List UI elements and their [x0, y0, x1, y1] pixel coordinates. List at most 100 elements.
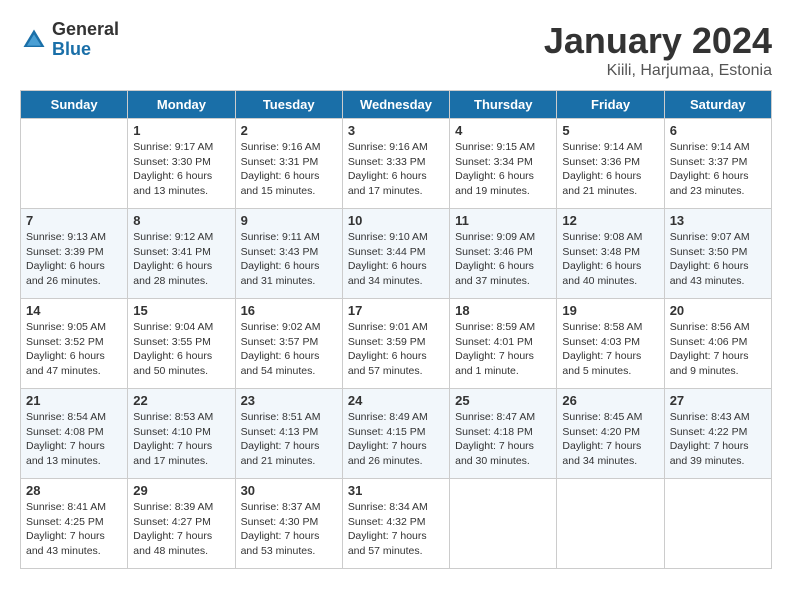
date-number: 18 — [455, 303, 551, 318]
calendar-cell: 6Sunrise: 9:14 AM Sunset: 3:37 PM Daylig… — [664, 119, 771, 209]
date-number: 15 — [133, 303, 229, 318]
cell-info: Sunrise: 9:07 AM Sunset: 3:50 PM Dayligh… — [670, 230, 766, 289]
cell-info: Sunrise: 9:12 AM Sunset: 3:41 PM Dayligh… — [133, 230, 229, 289]
date-number: 23 — [241, 393, 337, 408]
calendar-cell: 2Sunrise: 9:16 AM Sunset: 3:31 PM Daylig… — [235, 119, 342, 209]
cell-info: Sunrise: 8:56 AM Sunset: 4:06 PM Dayligh… — [670, 320, 766, 379]
date-number: 3 — [348, 123, 444, 138]
date-number: 14 — [26, 303, 122, 318]
date-number: 26 — [562, 393, 658, 408]
date-number: 16 — [241, 303, 337, 318]
cell-info: Sunrise: 9:13 AM Sunset: 3:39 PM Dayligh… — [26, 230, 122, 289]
day-header-thursday: Thursday — [450, 91, 557, 119]
calendar-cell: 17Sunrise: 9:01 AM Sunset: 3:59 PM Dayli… — [342, 299, 449, 389]
cell-info: Sunrise: 9:16 AM Sunset: 3:33 PM Dayligh… — [348, 140, 444, 199]
cell-info: Sunrise: 8:53 AM Sunset: 4:10 PM Dayligh… — [133, 410, 229, 469]
date-number: 1 — [133, 123, 229, 138]
calendar-cell: 29 Sunrise: 8:39 AM Sunset: 4:27 PM Dayli… — [128, 479, 235, 569]
logo-text: General Blue — [52, 20, 119, 60]
date-number: 20 — [670, 303, 766, 318]
calendar-week-row: 1 Sunrise: 9:17 AM Sunset: 3:30 PM Daylig… — [21, 119, 772, 209]
day-header-saturday: Saturday — [664, 91, 771, 119]
date-number: 13 — [670, 213, 766, 228]
date-number: 2 — [241, 123, 337, 138]
date-number: 17 — [348, 303, 444, 318]
calendar-cell: 7Sunrise: 9:13 AM Sunset: 3:39 PM Daylig… — [21, 209, 128, 299]
date-number: 31 — [348, 483, 444, 498]
cell-info: Sunrise: 8:58 AM Sunset: 4:03 PM Dayligh… — [562, 320, 658, 379]
date-number: 30 — [241, 483, 337, 498]
cell-info: Sunrise: 8:54 AM Sunset: 4:08 PM Dayligh… — [26, 410, 122, 469]
date-number: 4 — [455, 123, 551, 138]
cell-info: Sunrise: 8:34 AM Sunset: 4:32 PM Dayligh… — [348, 500, 444, 559]
cell-info: Sunrise: 8:51 AM Sunset: 4:13 PM Dayligh… — [241, 410, 337, 469]
date-number: 5 — [562, 123, 658, 138]
calendar-cell — [557, 479, 664, 569]
day-header-friday: Friday — [557, 91, 664, 119]
cell-info: Sunrise: 8:41 AM Sunset: 4:25 PM Dayligh… — [26, 500, 122, 559]
calendar-cell: 20 Sunrise: 8:56 AM Sunset: 4:06 PM Dayli… — [664, 299, 771, 389]
calendar-cell: 1 Sunrise: 9:17 AM Sunset: 3:30 PM Daylig… — [128, 119, 235, 209]
date-number: 24 — [348, 393, 444, 408]
date-number: 19 — [562, 303, 658, 318]
calendar-cell: 5Sunrise: 9:14 AM Sunset: 3:36 PM Daylig… — [557, 119, 664, 209]
calendar-cell: 10Sunrise: 9:10 AM Sunset: 3:44 PM Dayli… — [342, 209, 449, 299]
calendar-cell: 3 Sunrise: 9:16 AM Sunset: 3:33 PM Daylig… — [342, 119, 449, 209]
calendar-cell: 26Sunrise: 8:45 AM Sunset: 4:20 PM Dayli… — [557, 389, 664, 479]
calendar-cell: 19 Sunrise: 8:58 AM Sunset: 4:03 PM Dayli… — [557, 299, 664, 389]
day-header-monday: Monday — [128, 91, 235, 119]
cell-info: Sunrise: 9:17 AM Sunset: 3:30 PM Dayligh… — [133, 140, 229, 199]
calendar-cell: 11Sunrise: 9:09 AM Sunset: 3:46 PM Dayli… — [450, 209, 557, 299]
cell-info: Sunrise: 9:08 AM Sunset: 3:48 PM Dayligh… — [562, 230, 658, 289]
calendar-cell — [21, 119, 128, 209]
calendar-cell: 25 Sunrise: 8:47 AM Sunset: 4:18 PM Dayli… — [450, 389, 557, 479]
logo-blue: Blue — [52, 40, 119, 60]
calendar-week-row: 21 Sunrise: 8:54 AM Sunset: 4:08 PM Dayli… — [21, 389, 772, 479]
cell-info: Sunrise: 8:39 AM Sunset: 4:27 PM Dayligh… — [133, 500, 229, 559]
cell-info: Sunrise: 9:05 AM Sunset: 3:52 PM Dayligh… — [26, 320, 122, 379]
calendar-cell: 4 Sunrise: 9:15 AM Sunset: 3:34 PM Daylig… — [450, 119, 557, 209]
main-title: January 2024 — [544, 20, 772, 62]
calendar-cell: 21 Sunrise: 8:54 AM Sunset: 4:08 PM Dayli… — [21, 389, 128, 479]
calendar-cell: 23 Sunrise: 8:51 AM Sunset: 4:13 PM Dayli… — [235, 389, 342, 479]
calendar-cell: 13 Sunrise: 9:07 AM Sunset: 3:50 PM Dayli… — [664, 209, 771, 299]
day-header-sunday: Sunday — [21, 91, 128, 119]
date-number: 25 — [455, 393, 551, 408]
calendar-cell: 12Sunrise: 9:08 AM Sunset: 3:48 PM Dayli… — [557, 209, 664, 299]
calendar-cell: 30 Sunrise: 8:37 AM Sunset: 4:30 PM Dayli… — [235, 479, 342, 569]
cell-info: Sunrise: 8:47 AM Sunset: 4:18 PM Dayligh… — [455, 410, 551, 469]
calendar-cell: 14 Sunrise: 9:05 AM Sunset: 3:52 PM Dayli… — [21, 299, 128, 389]
calendar-cell: 31 Sunrise: 8:34 AM Sunset: 4:32 PM Dayli… — [342, 479, 449, 569]
calendar-cell: 27 Sunrise: 8:43 AM Sunset: 4:22 PM Dayli… — [664, 389, 771, 479]
cell-info: Sunrise: 8:43 AM Sunset: 4:22 PM Dayligh… — [670, 410, 766, 469]
date-number: 29 — [133, 483, 229, 498]
date-number: 27 — [670, 393, 766, 408]
calendar-cell: 9Sunrise: 9:11 AM Sunset: 3:43 PM Daylig… — [235, 209, 342, 299]
title-block: January 2024 Kiili, Harjumaa, Estonia — [544, 20, 772, 80]
cell-info: Sunrise: 9:09 AM Sunset: 3:46 PM Dayligh… — [455, 230, 551, 289]
cell-info: Sunrise: 9:15 AM Sunset: 3:34 PM Dayligh… — [455, 140, 551, 199]
logo-general: General — [52, 20, 119, 40]
logo: General Blue — [20, 20, 119, 60]
calendar-cell: 28 Sunrise: 8:41 AM Sunset: 4:25 PM Dayli… — [21, 479, 128, 569]
calendar-cell: 18Sunrise: 8:59 AM Sunset: 4:01 PM Dayli… — [450, 299, 557, 389]
calendar-cell — [450, 479, 557, 569]
date-number: 6 — [670, 123, 766, 138]
cell-info: Sunrise: 8:49 AM Sunset: 4:15 PM Dayligh… — [348, 410, 444, 469]
calendar-cell — [664, 479, 771, 569]
calendar-week-row: 14 Sunrise: 9:05 AM Sunset: 3:52 PM Dayli… — [21, 299, 772, 389]
calendar-cell: 16Sunrise: 9:02 AM Sunset: 3:57 PM Dayli… — [235, 299, 342, 389]
date-number: 28 — [26, 483, 122, 498]
calendar-header-row: SundayMondayTuesdayWednesdayThursdayFrid… — [21, 91, 772, 119]
calendar-week-row: 7Sunrise: 9:13 AM Sunset: 3:39 PM Daylig… — [21, 209, 772, 299]
calendar-cell: 8Sunrise: 9:12 AM Sunset: 3:41 PM Daylig… — [128, 209, 235, 299]
calendar-week-row: 28 Sunrise: 8:41 AM Sunset: 4:25 PM Dayli… — [21, 479, 772, 569]
date-number: 21 — [26, 393, 122, 408]
day-header-tuesday: Tuesday — [235, 91, 342, 119]
date-number: 10 — [348, 213, 444, 228]
calendar-cell: 22 Sunrise: 8:53 AM Sunset: 4:10 PM Dayli… — [128, 389, 235, 479]
cell-info: Sunrise: 8:37 AM Sunset: 4:30 PM Dayligh… — [241, 500, 337, 559]
date-number: 22 — [133, 393, 229, 408]
subtitle: Kiili, Harjumaa, Estonia — [544, 62, 772, 80]
calendar-cell: 24 Sunrise: 8:49 AM Sunset: 4:15 PM Dayli… — [342, 389, 449, 479]
